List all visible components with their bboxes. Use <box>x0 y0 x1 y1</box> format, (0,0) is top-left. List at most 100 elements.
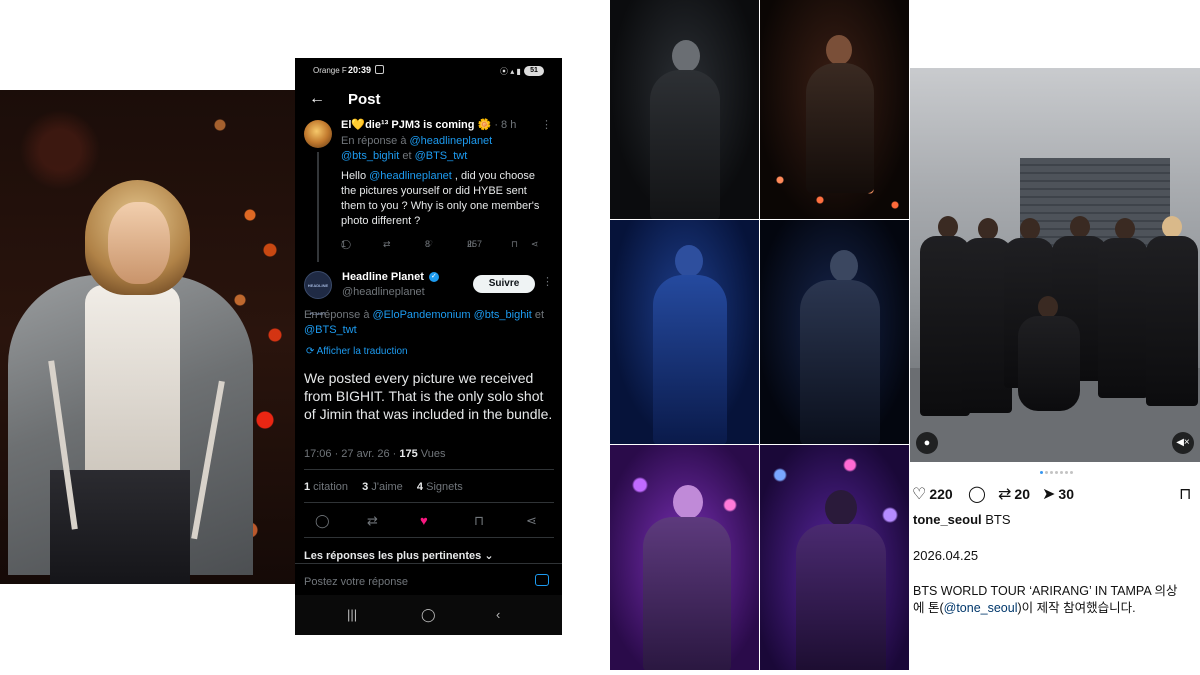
user-tag-icon[interactable]: ● <box>916 432 938 454</box>
save-button[interactable]: ⊓ <box>1179 484 1191 504</box>
concert-photo <box>760 0 909 219</box>
member-head <box>1115 218 1135 240</box>
bookmarks-stat[interactable]: 4 Signets <box>417 481 463 493</box>
mute-icon[interactable]: ◀× <box>1172 432 1194 454</box>
mention-link[interactable]: @BTS_twt <box>415 150 468 162</box>
mention-link[interactable]: @EloPandemonium <box>373 309 471 321</box>
avatar[interactable]: HEADLINE PLANET <box>304 271 332 316</box>
more-options-icon[interactable]: ⋮ <box>542 275 553 288</box>
in-reply-and: et <box>534 309 545 321</box>
bookmark-icon[interactable]: ⊓ <box>511 239 518 250</box>
reply-author-line[interactable]: El💛die¹³ PJM3 is coming 🌼 · 8 h <box>341 118 516 131</box>
reply-input[interactable]: Postez votre réponse <box>304 576 408 588</box>
carousel-dot <box>1040 471 1043 474</box>
concert-photo <box>610 445 759 670</box>
comment-icon[interactable]: ◯ <box>315 513 330 529</box>
member-head <box>1038 296 1058 318</box>
performer-head <box>826 35 852 65</box>
caption-line2-start: 에 톤( <box>913 601 944 615</box>
heart-filled-icon[interactable]: ♥ <box>420 513 428 528</box>
share-icon[interactable]: ⋖ <box>526 513 537 529</box>
share-count: 30 <box>1058 486 1074 502</box>
divider <box>304 502 554 503</box>
best-replies-dropdown[interactable]: Les réponses les plus pertinentes ⌄ <box>304 549 494 562</box>
more-options-icon[interactable]: ⋮ <box>541 118 552 131</box>
concert-photo <box>610 220 759 444</box>
concert-photo <box>610 0 759 219</box>
mention-link[interactable]: @headlineplanet <box>410 135 493 147</box>
comment-button[interactable]: ◯ <box>968 484 986 504</box>
performer-figure <box>645 245 735 444</box>
reply-author-name[interactable]: El💛die¹³ PJM3 is coming 🌼 <box>341 119 491 131</box>
repost-icon[interactable]: ⇄ <box>383 239 391 250</box>
performer-body <box>650 70 720 219</box>
like-count: 8 <box>425 239 431 249</box>
share-button[interactable]: ➤ 30 <box>1042 484 1074 504</box>
translate-link[interactable]: ⟳ Afficher la traduction <box>306 346 408 357</box>
repost-button[interactable]: ⇄ 20 <box>998 484 1030 504</box>
concert-photo <box>760 220 909 444</box>
mention-link[interactable]: @bts_bighit <box>474 309 532 321</box>
post-timestamp[interactable]: 17:06 · 27 avr. 26 · <box>304 448 399 460</box>
mention-link[interactable]: @headlineplanet <box>369 170 452 182</box>
follow-button[interactable]: Suivre <box>473 275 535 293</box>
post-author-name[interactable]: Headline Planet <box>342 271 424 283</box>
reply-tweet[interactable]: El💛die¹³ PJM3 is coming 🌼 · 8 h ⋮ En rép… <box>295 58 562 264</box>
performer-head <box>830 250 858 282</box>
verified-icon: ✓ <box>428 272 439 283</box>
reply-composer[interactable]: Postez votre réponse <box>295 563 562 595</box>
member-head <box>1020 218 1040 240</box>
performer-head <box>672 40 700 72</box>
reply-actions: ◯ 1 ⇄ ♡ 8 ılı 257 ⊓ ⋖ <box>341 239 551 253</box>
translate-icon: ⟳ <box>306 346 315 357</box>
chevron-down-icon: ⌄ <box>484 550 494 562</box>
mention-link[interactable]: @tone_seoul <box>944 601 1018 615</box>
concert-photo-left <box>0 90 295 584</box>
android-nav-bar: ||| ◯ ‹ <box>295 595 562 635</box>
mention-link[interactable]: @bts_bighit <box>341 150 399 162</box>
reply-text-start: Hello <box>341 170 370 182</box>
performer-figure <box>640 40 730 219</box>
instagram-action-row: ♡ 220 ◯ ⇄ 20 ➤ 30 ⊓ <box>912 484 1197 504</box>
home-icon[interactable]: ◯ <box>421 607 436 623</box>
best-replies-label: Les réponses les plus pertinentes <box>304 550 482 562</box>
comment-icon: ◯ <box>968 486 986 503</box>
carousel-indicator <box>1040 471 1075 475</box>
send-icon: ➤ <box>1042 486 1056 503</box>
carousel-dot <box>1045 471 1048 474</box>
carousel-dot <box>1065 471 1068 474</box>
back-icon[interactable]: ‹ <box>496 607 500 622</box>
post-meta: 17:06 · 27 avr. 26 · 175 Vues <box>304 448 445 460</box>
carousel-dot <box>1050 471 1053 474</box>
post-action-row: ◯ ⇄ ♥ ⊓ ⋖ <box>295 513 562 533</box>
mention-link[interactable]: @BTS_twt <box>304 324 357 336</box>
avatar[interactable] <box>304 120 332 148</box>
repost-icon: ⇄ <box>998 486 1012 503</box>
carousel-dot <box>1070 471 1073 474</box>
instagram-photo[interactable]: ● ◀× <box>910 68 1200 462</box>
bookmark-icon[interactable]: ⊓ <box>474 513 484 529</box>
share-icon[interactable]: ⋖ <box>531 239 539 250</box>
post-views-label: Vues <box>417 448 446 460</box>
post-handle[interactable]: @headlineplanet <box>342 286 425 298</box>
reply-text: Hello @headlineplanet , did you choose t… <box>341 169 553 229</box>
in-reply-prefix: En réponse à <box>304 309 373 321</box>
repost-icon[interactable]: ⇄ <box>367 513 378 529</box>
performer-body <box>796 524 886 670</box>
like-button[interactable]: ♡ 220 <box>912 484 953 504</box>
in-reply-and: et <box>399 150 415 162</box>
reply-count: 1 <box>341 239 347 249</box>
camera-icon[interactable] <box>535 574 549 586</box>
quotes-stat[interactable]: 1 citation <box>304 481 348 493</box>
member-head <box>1070 216 1090 238</box>
performer-figure <box>635 485 735 670</box>
instagram-username[interactable]: tone_seoul <box>913 512 982 527</box>
instagram-date: 2026.04.25 <box>913 548 979 563</box>
recents-icon[interactable]: ||| <box>347 607 357 622</box>
likes-stat[interactable]: 3 J'aime <box>362 481 403 493</box>
carousel-dot <box>1055 471 1058 474</box>
post-author[interactable]: Headline Planet ✓ <box>342 271 439 283</box>
member-head <box>978 218 998 240</box>
performer-body <box>806 63 874 193</box>
member-figure <box>1018 316 1080 411</box>
